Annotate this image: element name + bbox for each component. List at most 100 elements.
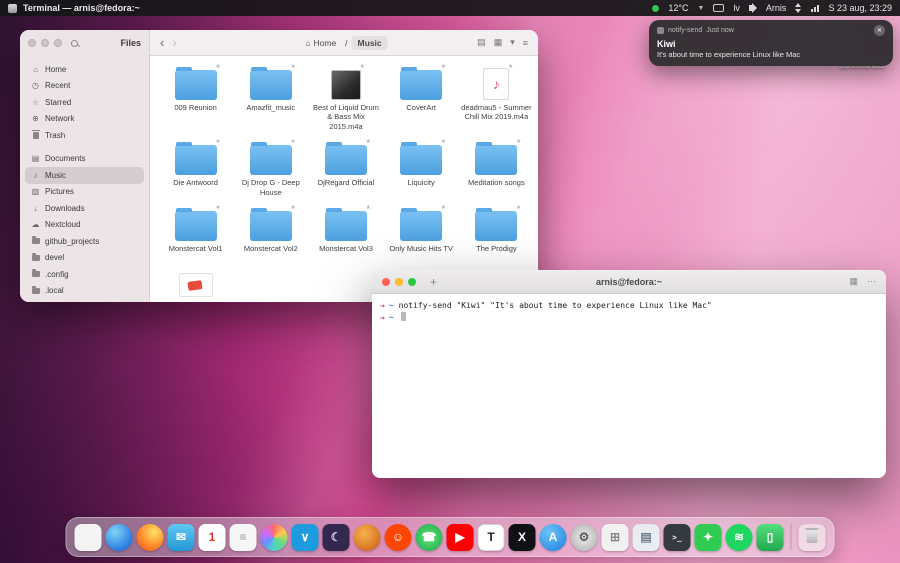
dock-calculator-icon[interactable]: ⊞ bbox=[602, 524, 629, 551]
file-item-liquicity[interactable]: ★Liquicity bbox=[385, 141, 457, 197]
sidebar-item-devel[interactable]: devel bbox=[25, 250, 144, 267]
file-item-dj-drop-g-deep-house[interactable]: ★Dj Drop G - Deep House bbox=[235, 141, 307, 197]
sidebar-item-trash[interactable]: Trash bbox=[25, 127, 144, 144]
maximize-window-icon[interactable] bbox=[54, 39, 62, 47]
maximize-window-icon[interactable] bbox=[408, 278, 416, 286]
dock-trash-icon[interactable] bbox=[799, 524, 826, 551]
emblem-star-icon: ★ bbox=[290, 204, 295, 211]
files-app-title: Files bbox=[120, 38, 141, 48]
sidebar-item-local[interactable]: .local bbox=[25, 283, 144, 300]
breadcrumb: ⌂Home / Music bbox=[300, 36, 387, 50]
user-menu[interactable]: Arnis bbox=[766, 3, 787, 13]
network-traffic-icon[interactable] bbox=[795, 3, 802, 13]
sidebar-item-network[interactable]: ⊕Network bbox=[25, 111, 144, 128]
tab-overview-icon[interactable]: ▦ bbox=[849, 276, 858, 287]
folder-icon: ★ bbox=[325, 207, 367, 241]
dock-terminal-app-icon[interactable]: >_ bbox=[664, 524, 691, 551]
file-item-label: Die Antwoord bbox=[173, 178, 218, 187]
grid-view-icon[interactable]: ▦ bbox=[494, 37, 503, 48]
file-item-the-prodigy[interactable]: ★The Prodigy bbox=[460, 207, 532, 253]
minimize-window-icon[interactable] bbox=[41, 39, 49, 47]
dock-app-store-icon[interactable]: A bbox=[540, 524, 567, 551]
sidebar-item-starred[interactable]: ☆Starred bbox=[25, 94, 144, 111]
clock[interactable]: S 23 aug, 23:29 bbox=[828, 3, 892, 13]
minimize-window-icon[interactable] bbox=[395, 278, 403, 286]
volume-icon[interactable] bbox=[749, 5, 753, 11]
sidebar-item-label: Pictures bbox=[45, 187, 74, 196]
window-controls[interactable] bbox=[28, 39, 62, 47]
sidebar-item-downloads[interactable]: ↓Downloads bbox=[25, 200, 144, 217]
dock-show-apps-icon[interactable] bbox=[75, 524, 102, 551]
sidebar-item-home[interactable]: ⌂Home bbox=[25, 61, 144, 78]
dock-moon-app-icon[interactable]: ☾ bbox=[323, 524, 350, 551]
files-sidebar: ⌂Home◷Recent☆Starred⊕NetworkTrash ▤Docume… bbox=[20, 56, 150, 302]
keyboard-layout-indicator[interactable]: lv bbox=[733, 3, 740, 13]
file-item-coverart[interactable]: ★CoverArt bbox=[385, 66, 457, 131]
list-view-icon[interactable]: ▤ bbox=[477, 37, 486, 48]
folder-icon: ★ bbox=[250, 66, 292, 100]
dock-amber-app-icon[interactable] bbox=[354, 524, 381, 551]
chevron-down-icon[interactable]: ▼ bbox=[697, 5, 704, 12]
new-tab-button[interactable]: + bbox=[430, 276, 437, 288]
file-item-die-antwoord[interactable]: ★Die Antwoord bbox=[160, 141, 232, 197]
files-grid: ★009 Reunion★Amazfit_music★Best of Liqui… bbox=[150, 56, 538, 302]
back-button[interactable]: ‹ bbox=[160, 36, 164, 49]
forward-button[interactable]: › bbox=[172, 36, 176, 49]
file-item-monstercat-vol3[interactable]: ★Monstercat Vol3 bbox=[310, 207, 382, 253]
dock-green-app-icon[interactable]: ✦ bbox=[695, 524, 722, 551]
file-item-partial[interactable] bbox=[160, 263, 232, 297]
dock-spotify-icon[interactable]: ≋ bbox=[726, 524, 753, 551]
file-item-monstercat-vol2[interactable]: ★Monstercat Vol2 bbox=[235, 207, 307, 253]
terminal-menu-icon[interactable]: ⋯ bbox=[867, 276, 876, 287]
terminal-output[interactable]: →~notify-send "Kiwi" "It's about time to… bbox=[372, 294, 886, 331]
file-item-best-of-liquid-drum-bass-mix-2015-m4a[interactable]: ★Best of Liquid Drum & Bass Mix 2015.m4a bbox=[310, 66, 382, 131]
file-item-amazfit-music[interactable]: ★Amazfit_music bbox=[235, 66, 307, 131]
sidebar-item-pictures[interactable]: ▨Pictures bbox=[25, 184, 144, 201]
dock-reddit-icon[interactable]: ☺ bbox=[385, 524, 412, 551]
breadcrumb-current[interactable]: Music bbox=[352, 36, 388, 50]
network-icon[interactable] bbox=[811, 5, 819, 12]
sidebar-item-documents[interactable]: ▤Documents bbox=[25, 151, 144, 168]
notification-popup[interactable]: notify-send Just now ✕ Kiwi It's about t… bbox=[649, 20, 893, 66]
dock-vscode-icon[interactable]: ∨ bbox=[292, 524, 319, 551]
dock-mail-icon[interactable]: ✉ bbox=[168, 524, 195, 551]
folder-icon: ★ bbox=[250, 207, 292, 241]
keyboard-icon[interactable] bbox=[713, 4, 724, 12]
file-item-monstercat-vol1[interactable]: ★Monstercat Vol1 bbox=[160, 207, 232, 253]
dock-text-editor-icon[interactable]: ≡ bbox=[230, 524, 257, 551]
view-options-caret-icon[interactable]: ▾ bbox=[510, 37, 515, 48]
dock-settings-icon[interactable]: ⚙ bbox=[571, 524, 598, 551]
status-dot-icon[interactable] bbox=[652, 5, 659, 12]
dock-calendar-icon[interactable]: 1 bbox=[199, 524, 226, 551]
dock-photos-icon[interactable] bbox=[261, 524, 288, 551]
file-item-meditation-songs[interactable]: ★Meditation songs bbox=[460, 141, 532, 197]
dock-phone-link-icon[interactable]: ▯ bbox=[757, 524, 784, 551]
sidebar-item-github-projects[interactable]: github_projects bbox=[25, 233, 144, 250]
terminal-titlebar[interactable]: + arnis@fedora:~ ▦ ⋯ bbox=[372, 270, 886, 294]
close-window-icon[interactable] bbox=[28, 39, 36, 47]
sidebar-item-config[interactable]: .config bbox=[25, 266, 144, 283]
search-icon[interactable] bbox=[71, 40, 78, 47]
sidebar-item-music[interactable]: ♪Music bbox=[25, 167, 144, 184]
dock-files-app-icon[interactable]: ▤ bbox=[633, 524, 660, 551]
active-app-icon[interactable] bbox=[8, 4, 17, 13]
weather-indicator[interactable]: 12°C bbox=[668, 3, 688, 13]
file-item-djregard-official[interactable]: ★DjRegard Official bbox=[310, 141, 382, 197]
sidebar-item-nextcloud[interactable]: ☁Nextcloud bbox=[25, 217, 144, 234]
hamburger-menu-icon[interactable]: ≡ bbox=[523, 38, 528, 48]
dock-browser-icon[interactable] bbox=[106, 524, 133, 551]
file-item-deadmau5-summer-chill-mix-2019-m4a[interactable]: ♪★deadmau5 - Summer Chill Mix 2019.m4a bbox=[460, 66, 532, 131]
terminal-cursor bbox=[401, 312, 406, 321]
window-controls[interactable] bbox=[382, 278, 416, 286]
dock-youtube-icon[interactable]: ▶ bbox=[447, 524, 474, 551]
breadcrumb-home[interactable]: ⌂Home bbox=[300, 36, 341, 50]
dock-x-app-icon[interactable]: X bbox=[509, 524, 536, 551]
file-item-009-reunion[interactable]: ★009 Reunion bbox=[160, 66, 232, 131]
close-icon[interactable]: ✕ bbox=[874, 25, 885, 36]
close-window-icon[interactable] bbox=[382, 278, 390, 286]
dock-firefox-icon[interactable] bbox=[137, 524, 164, 551]
dock-whatsapp-icon[interactable]: ☎ bbox=[416, 524, 443, 551]
dock-typora-icon[interactable]: T bbox=[478, 524, 505, 551]
sidebar-item-recent[interactable]: ◷Recent bbox=[25, 78, 144, 95]
file-item-only-music-hits-tv[interactable]: ★Only Music Hits TV bbox=[385, 207, 457, 253]
